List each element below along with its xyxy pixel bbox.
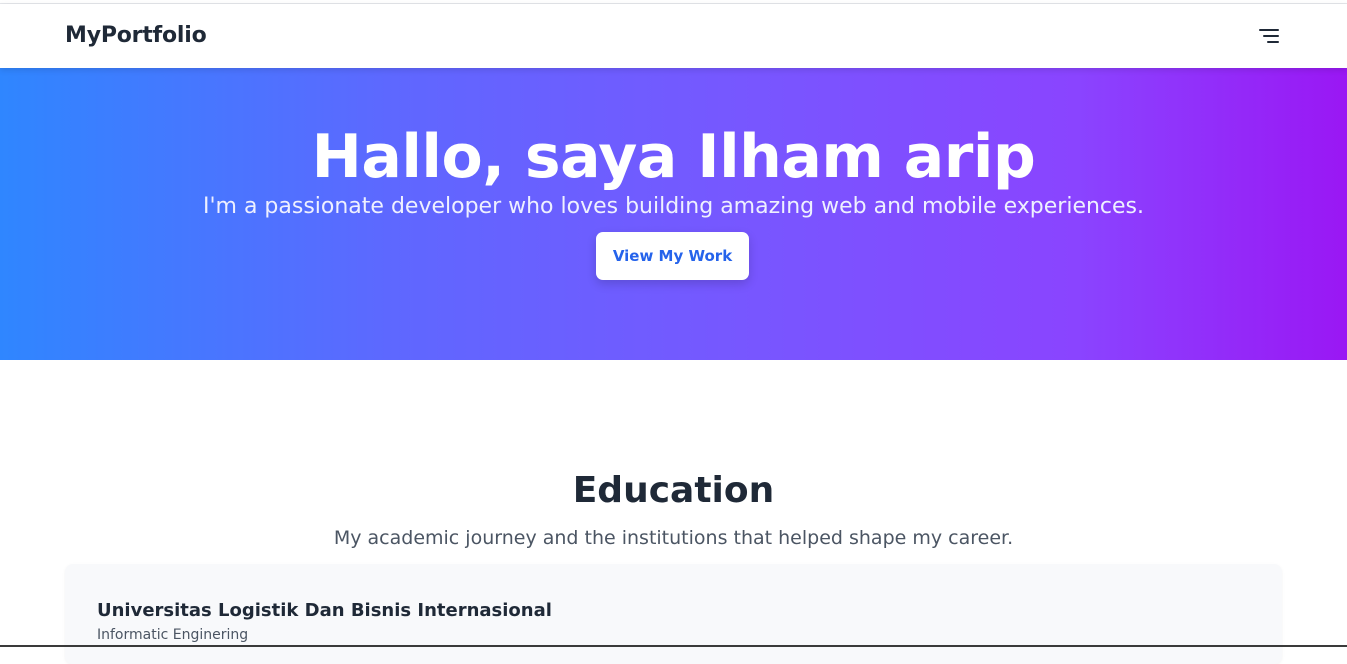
hero-subtitle: I'm a passionate developer who loves bui… [202,194,1145,219]
menu-button[interactable] [1254,24,1284,50]
navbar: MyPortfolio [0,4,1347,68]
education-card: Universitas Logistik Dan Bisnis Internas… [65,564,1282,664]
education-title: Education [572,469,775,511]
brand-logo[interactable]: MyPortfolio [65,23,207,48]
view-my-work-button[interactable]: View My Work [596,232,749,280]
hamburger-menu-icon [1259,29,1279,43]
hero-title: Hallo, saya Ilham arip [311,122,1036,193]
education-subtitle: My academic journey and the institutions… [333,527,1014,549]
hero-section: Hallo, saya Ilham arip I'm a passionate … [0,68,1347,360]
education-major: Informatic Enginering [97,627,249,643]
education-school: Universitas Logistik Dan Bisnis Internas… [97,600,552,621]
